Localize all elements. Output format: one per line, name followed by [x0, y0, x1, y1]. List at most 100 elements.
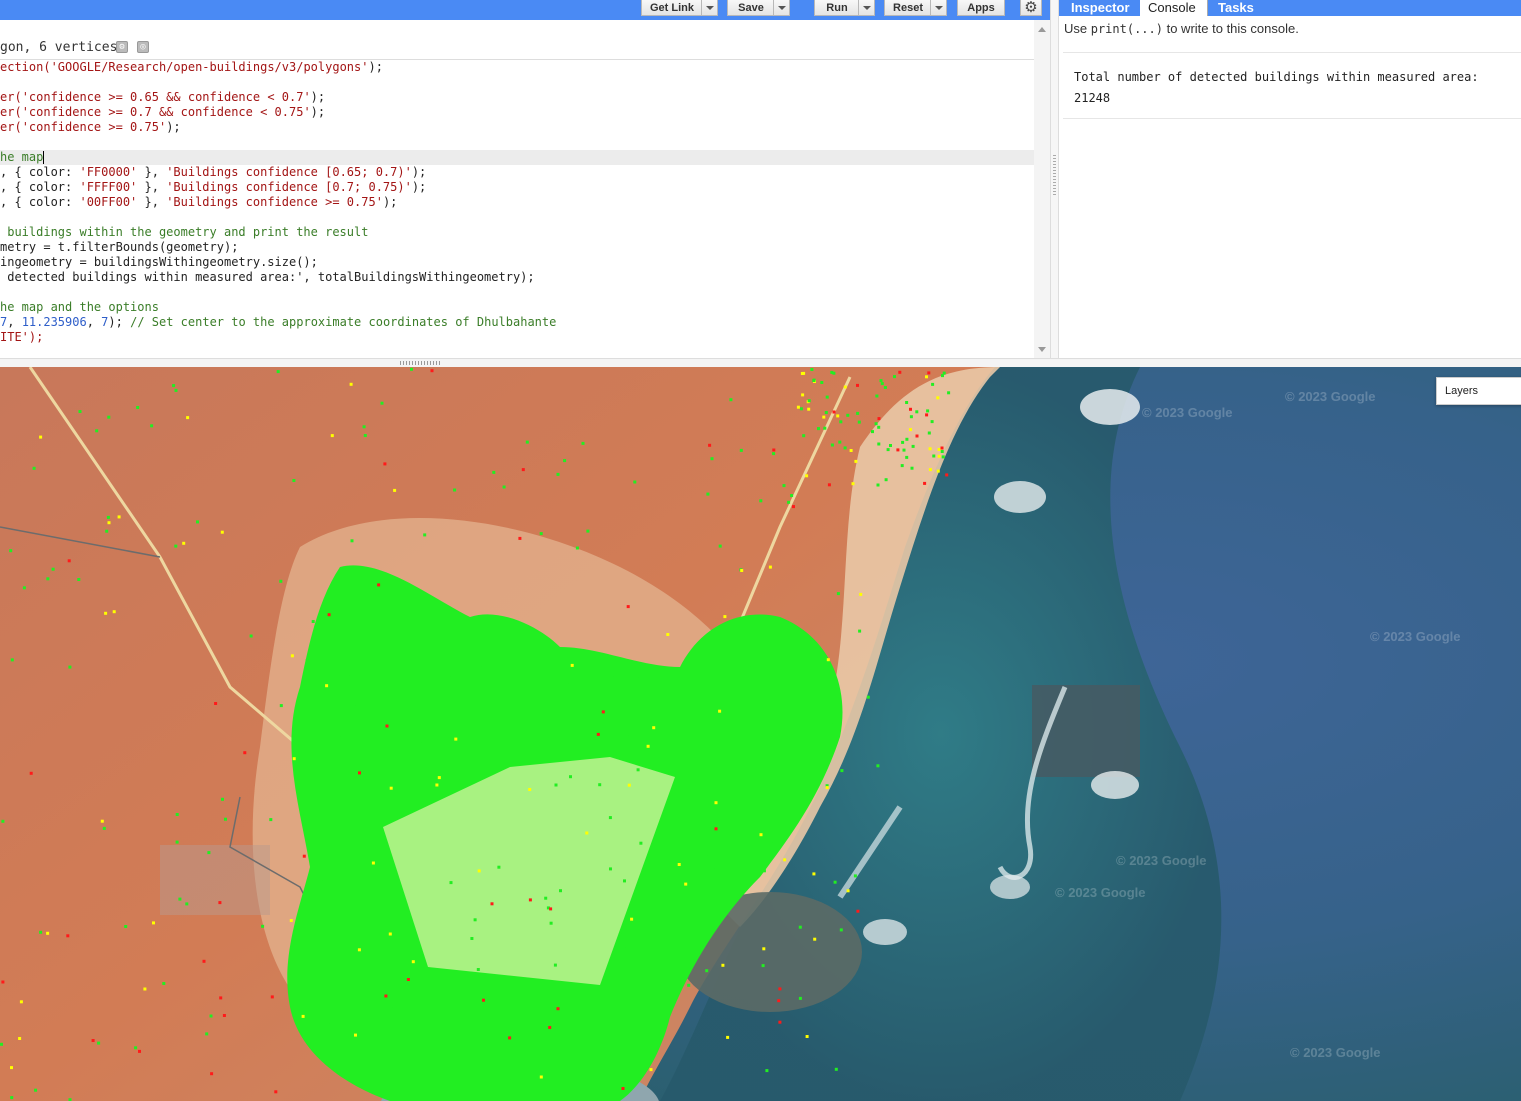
save-dropdown[interactable]	[773, 0, 790, 16]
target-icon[interactable]: ◎	[137, 41, 149, 53]
building-dot	[807, 407, 811, 411]
building-dot	[937, 448, 941, 451]
code-line[interactable]	[0, 210, 1034, 225]
tab-console[interactable]: Console	[1140, 0, 1208, 16]
scroll-up-icon[interactable]	[1038, 27, 1046, 32]
code-line[interactable]: 7, 11.235906, 7); // Set center to the a…	[0, 315, 1034, 330]
code-editor[interactable]: gon, 6 vertices ⚙ ◎ ection('GOOGLE/Resea…	[0, 20, 1034, 358]
code-line[interactable]	[0, 135, 1034, 150]
building-dot	[10, 1066, 13, 1070]
building-dot	[905, 401, 909, 404]
right-panel: Inspector Console Tasks Use print(...) t…	[1059, 0, 1521, 360]
building-dot	[827, 483, 831, 487]
building-dot	[406, 978, 410, 981]
building-dot	[358, 771, 361, 775]
reset-dropdown[interactable]	[930, 0, 947, 16]
building-dot	[495, 704, 498, 708]
code-line[interactable]: , { color: '00FF00' }, 'Buildings confid…	[0, 195, 1034, 210]
settings-gear-icon[interactable]: ⚙	[1020, 0, 1042, 16]
building-dot	[477, 869, 481, 873]
run-button[interactable]: Run	[814, 0, 860, 16]
building-dot	[813, 937, 817, 941]
code-line[interactable]: metry = t.filterBounds(geometry);	[0, 240, 1034, 255]
code-line[interactable]: er('confidence >= 0.75');	[0, 120, 1034, 135]
building-dot	[136, 406, 140, 409]
code-line[interactable]: er('confidence >= 0.7 && confidence < 0.…	[0, 105, 1034, 120]
code-line[interactable]: , { color: 'FFFF00' }, 'Buildings confid…	[0, 180, 1034, 195]
layers-button[interactable]: Layers	[1436, 377, 1521, 405]
building-dot	[305, 659, 309, 663]
run-dropdown[interactable]	[858, 0, 875, 16]
code-line[interactable]: ingeometry = buildingsWithingeometry.siz…	[0, 255, 1034, 270]
building-dot	[349, 382, 353, 386]
code-line[interactable]: er('confidence >= 0.65 && confidence < 0…	[0, 90, 1034, 105]
map-view[interactable]: © 2023 Google © 2023 Google © 2023 Googl…	[0, 367, 1521, 1101]
get-link-button[interactable]: Get Link	[641, 0, 703, 16]
building-dot	[739, 448, 743, 452]
building-dot	[175, 840, 179, 844]
save-button[interactable]: Save	[727, 0, 775, 16]
chevron-down-icon	[777, 5, 786, 10]
building-dot	[107, 415, 111, 419]
building-dot	[222, 1014, 226, 1017]
geometry-import-header: gon, 6 vertices ⚙ ◎	[0, 38, 1034, 60]
building-dot	[357, 948, 361, 952]
editor-scrollbar[interactable]	[1034, 20, 1050, 358]
tab-tasks[interactable]: Tasks	[1209, 0, 1259, 16]
building-dot	[857, 420, 861, 424]
building-dot	[383, 462, 387, 466]
code-line[interactable]: he map and the options	[0, 300, 1034, 315]
reset-button[interactable]: Reset	[884, 0, 932, 16]
building-dot	[380, 401, 384, 405]
code-line[interactable]: , { color: 'FF0000' }, 'Buildings confid…	[0, 165, 1034, 180]
splitter-grip-icon[interactable]	[1053, 155, 1056, 195]
building-dot	[532, 1061, 536, 1065]
building-dot	[880, 382, 884, 386]
apps-button[interactable]: Apps	[957, 0, 1005, 16]
splitter-grip-icon[interactable]	[400, 361, 442, 365]
building-dot	[762, 869, 766, 873]
building-dot	[1, 980, 5, 984]
building-dot	[714, 827, 718, 831]
building-dot	[575, 546, 579, 550]
building-dot	[443, 766, 447, 769]
building-dot	[377, 583, 381, 587]
building-dot	[279, 579, 283, 583]
building-dot	[633, 480, 637, 484]
building-dot	[459, 779, 463, 783]
gear-icon[interactable]: ⚙	[116, 41, 128, 53]
code-line[interactable]: detected buildings within measured area:…	[0, 270, 1034, 285]
top-toolbar: Get Link Save Run Reset Apps ⚙	[0, 0, 1058, 20]
code-line[interactable]: he map	[0, 150, 1034, 165]
horizontal-splitter[interactable]	[0, 358, 1521, 367]
code-line[interactable]: ITE');	[0, 330, 1034, 345]
building-dot	[638, 677, 642, 681]
building-dot	[95, 429, 99, 433]
building-dot	[877, 425, 881, 429]
building-dot	[78, 410, 82, 413]
building-dot	[877, 417, 881, 421]
building-dot	[780, 777, 784, 781]
tab-inspector[interactable]: Inspector	[1059, 0, 1139, 16]
scroll-down-icon[interactable]	[1038, 347, 1046, 352]
code-line[interactable]	[0, 285, 1034, 300]
satellite-map[interactable]	[0, 367, 1521, 1101]
building-dot	[470, 937, 474, 940]
building-dot	[834, 1067, 838, 1071]
building-dot	[449, 881, 453, 885]
code-line[interactable]: buildings within the geometry and print …	[0, 225, 1034, 240]
code-line[interactable]	[0, 75, 1034, 90]
building-dot	[812, 378, 816, 382]
building-dot	[430, 369, 434, 373]
vertical-splitter[interactable]	[1050, 0, 1059, 360]
building-dot	[289, 919, 293, 922]
building-dot	[782, 484, 786, 488]
building-dot	[482, 998, 485, 1002]
chevron-down-icon	[934, 5, 943, 10]
building-dot	[473, 918, 477, 922]
building-dot	[10, 658, 14, 662]
building-dot	[805, 1035, 809, 1038]
building-dot	[840, 769, 844, 773]
get-link-dropdown[interactable]	[701, 0, 718, 16]
code-line[interactable]: ection('GOOGLE/Research/open-buildings/v…	[0, 60, 1034, 75]
